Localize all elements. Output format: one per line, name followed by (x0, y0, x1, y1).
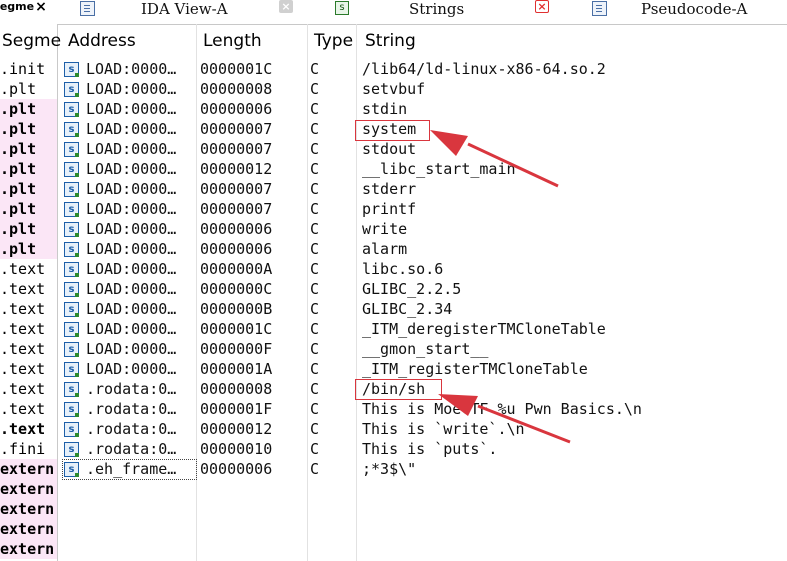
segment-item[interactable]: .text (0, 399, 57, 419)
tab-pseudocode-label: Pseudocode-A (641, 0, 748, 18)
strings-tab-icon: s (335, 1, 349, 15)
segment-item[interactable]: .text (0, 419, 57, 439)
annotation-arrow-system (467, 142, 559, 188)
annotation-arrow-binsh (477, 404, 571, 444)
segment-item[interactable]: .text (0, 279, 57, 299)
segment-item[interactable]: .fini (0, 439, 57, 459)
annotation-arrows (430, 130, 571, 444)
left-pane-label: Segme (0, 0, 35, 13)
ida-view-icon (80, 1, 95, 16)
segment-item[interactable]: .plt (0, 239, 57, 259)
annotation-arrowhead-binsh (438, 394, 478, 416)
segment-item[interactable]: .text (0, 319, 57, 339)
segment-item[interactable]: .text (0, 299, 57, 319)
tab-strings-close-icon[interactable]: × (535, 0, 549, 13)
segment-item[interactable]: .plt (0, 79, 57, 99)
tab-ida-view-label: IDA View-A (141, 0, 228, 18)
segment-item[interactable]: .text (0, 259, 57, 279)
segment-item[interactable]: extern (0, 479, 57, 499)
segment-item[interactable]: .plt (0, 99, 57, 119)
left-pane-close-icon[interactable]: × (34, 0, 48, 15)
segments-pane: Segme .init .plt .plt .plt .plt .plt .plt .plt.… (0, 24, 61, 561)
segment-item[interactable]: .plt (0, 199, 57, 219)
segment-item[interactable]: .plt (0, 119, 57, 139)
pseudocode-icon (592, 1, 607, 16)
segment-item[interactable]: .text (0, 339, 57, 359)
segment-item[interactable]: .init (0, 59, 57, 79)
tab-strings-label: Strings (409, 0, 465, 18)
segment-item[interactable]: .plt (0, 139, 57, 159)
annotation-arrowhead-system (430, 130, 468, 156)
tab-bar: Segme × IDA View-A × s Strings × Pseudoc… (0, 0, 787, 25)
segment-item[interactable]: .text (0, 379, 57, 399)
segment-item[interactable]: .plt (0, 159, 57, 179)
segments-column-header[interactable]: Segme (0, 24, 61, 58)
segment-item[interactable]: extern (0, 499, 57, 519)
segment-item[interactable]: extern (0, 519, 57, 539)
segment-item[interactable]: extern (0, 459, 57, 479)
segment-item[interactable]: .plt (0, 219, 57, 239)
segment-item[interactable]: extern (0, 539, 57, 559)
strings-table: Address Length Type String s LOAD:0000… 00… (58, 24, 787, 561)
segment-item[interactable]: .text (0, 359, 57, 379)
tab-ida-view-close-icon[interactable]: × (279, 0, 293, 13)
segment-item[interactable]: .plt (0, 179, 57, 199)
